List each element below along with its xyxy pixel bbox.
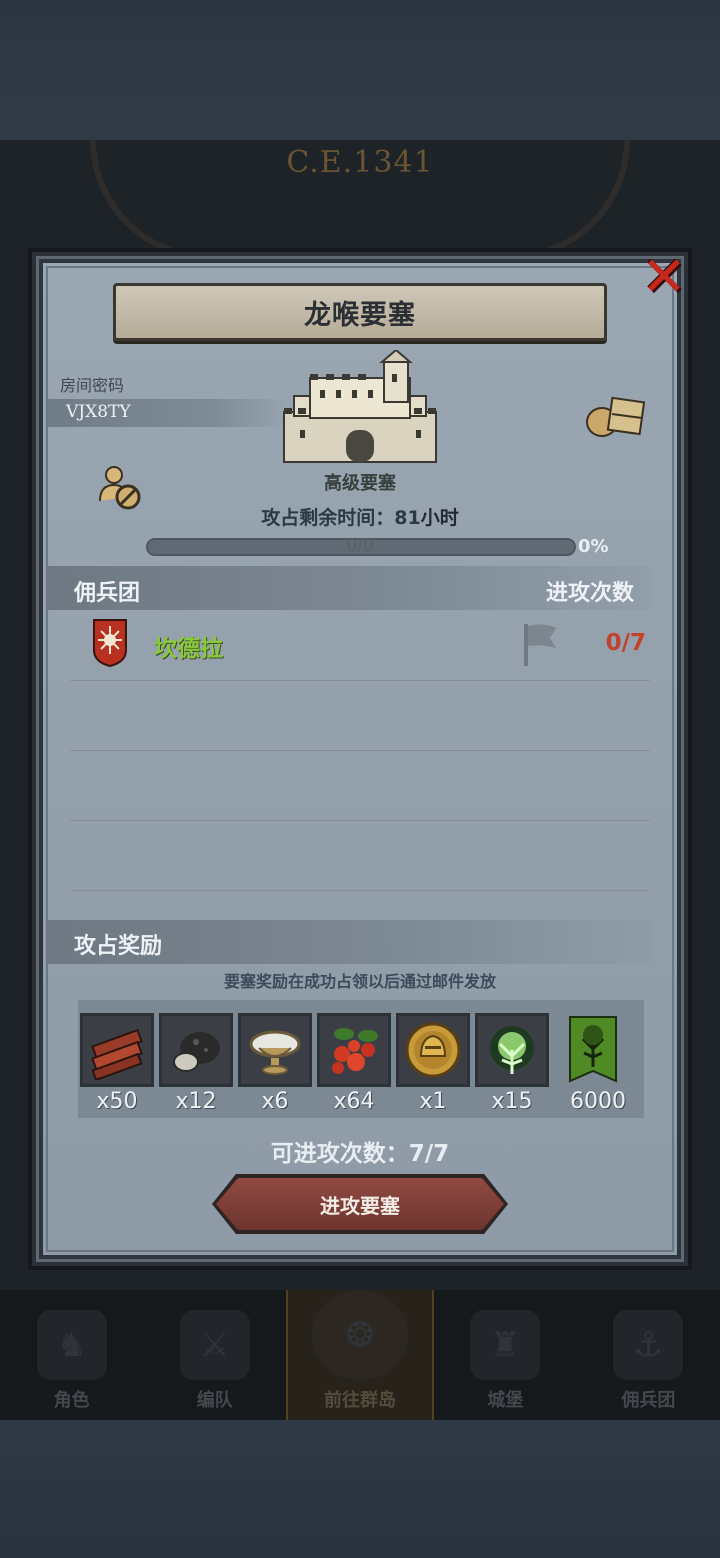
row-divider bbox=[70, 820, 650, 821]
capture-time-unit: 小时 bbox=[420, 507, 459, 529]
mercenary-emblem-icon bbox=[93, 619, 127, 668]
castle-icon: ♜ bbox=[470, 1310, 541, 1380]
mercenary-attack-count: 0/7 bbox=[605, 630, 646, 656]
title-banner: 龙喉要塞 bbox=[113, 283, 607, 341]
row-divider bbox=[70, 680, 650, 681]
progress-percent: 0% bbox=[578, 536, 609, 557]
green-tree-spirit-icon bbox=[490, 1026, 534, 1074]
attacks-available: 可进攻次数：7/7 bbox=[270, 1141, 450, 1167]
mercenary-header: 佣兵团 bbox=[74, 581, 141, 606]
nav-label: 编队 bbox=[196, 1390, 233, 1411]
reward-qty: x6 bbox=[261, 1089, 289, 1114]
reward-qty: x12 bbox=[175, 1089, 217, 1114]
rewards-note: 要塞奖励在成功占领以后通过邮件发放 bbox=[223, 972, 496, 991]
nav-item-castle[interactable]: ♜ 城堡 bbox=[434, 1290, 577, 1420]
reward-qty: x50 bbox=[96, 1089, 138, 1114]
user-ban-icon[interactable] bbox=[96, 463, 144, 511]
reward-qty: x64 bbox=[333, 1089, 375, 1114]
nav-item-formation[interactable]: ⚔ 编队 bbox=[143, 1290, 286, 1420]
supplies-bag-icon[interactable] bbox=[584, 392, 646, 438]
row-divider bbox=[70, 890, 650, 891]
progress-count: 0/0 bbox=[346, 536, 374, 556]
reward-qty: 6000 bbox=[570, 1089, 626, 1114]
nav-item-character[interactable]: ♞ 角色 bbox=[0, 1290, 143, 1420]
attack-button-label: 进攻要塞 bbox=[320, 1193, 400, 1218]
reward-green-tree-banner[interactable] bbox=[556, 1013, 630, 1087]
rewards-header: 攻占奖励 bbox=[74, 934, 163, 959]
fortress-castle-icon bbox=[283, 350, 437, 463]
reward-qty: x1 bbox=[419, 1089, 447, 1114]
knight-helmet-icon: ♞ bbox=[36, 1310, 107, 1380]
fortress-grade: 高级要塞 bbox=[324, 473, 396, 494]
island-map-icon: ❂ bbox=[312, 1290, 408, 1380]
close-icon[interactable]: ✕ bbox=[636, 248, 692, 306]
room-password-label: 房间密码 bbox=[60, 376, 125, 395]
nav-item-mercenary[interactable]: ⚓ 佣兵团 bbox=[577, 1290, 720, 1420]
reward-qty: x15 bbox=[491, 1089, 533, 1114]
era-label: C.E.1341 bbox=[286, 145, 434, 180]
armored-knight-icon: ⚔ bbox=[179, 1310, 250, 1380]
nav-label: 城堡 bbox=[487, 1390, 524, 1411]
wood-planks-icon bbox=[91, 1028, 143, 1080]
mercenary-name: 坎德拉 bbox=[154, 636, 223, 662]
bottom-nav: ♞ 角色 ⚔ 编队 ❂ 前往群岛 ♜ 城堡 ⚓ 佣兵团 bbox=[0, 1290, 720, 1420]
nav-label: 佣兵团 bbox=[621, 1390, 676, 1411]
reward-wood-planks[interactable] bbox=[80, 1013, 154, 1087]
reward-stone-ore[interactable] bbox=[159, 1013, 233, 1087]
nav-label: 角色 bbox=[53, 1390, 90, 1411]
bottom-area bbox=[0, 1420, 720, 1558]
capture-time-value: 81 bbox=[394, 507, 421, 529]
stone-ore-icon bbox=[173, 1032, 220, 1072]
row-divider bbox=[70, 750, 650, 751]
attack-count-header: 进攻次数 bbox=[546, 581, 635, 606]
flag-icon bbox=[524, 624, 556, 666]
capture-time-label: 攻占剩余时间： bbox=[261, 507, 395, 529]
mercenary-ship-icon: ⚓ bbox=[613, 1310, 684, 1380]
reward-silver-bowl[interactable] bbox=[238, 1013, 312, 1087]
status-area bbox=[0, 0, 720, 140]
reward-berries[interactable] bbox=[317, 1013, 391, 1087]
silver-bowl-icon bbox=[249, 1030, 301, 1075]
green-tree-banner-icon bbox=[569, 1016, 617, 1083]
capture-remaining-time: 攻占剩余时间：81小时 bbox=[200, 503, 520, 530]
nav-label: 前往群岛 bbox=[324, 1390, 396, 1411]
attack-fortress-button[interactable]: 进攻要塞 bbox=[216, 1178, 504, 1230]
nav-item-islands[interactable]: ❂ 前往群岛 bbox=[286, 1290, 434, 1420]
golden-helmet-medal-icon bbox=[405, 1022, 461, 1078]
berries-icon bbox=[332, 1028, 378, 1074]
reward-golden-helmet-medal[interactable] bbox=[396, 1013, 470, 1087]
modal-title: 龙喉要塞 bbox=[304, 299, 416, 331]
reward-green-tree-spirit[interactable] bbox=[475, 1013, 549, 1087]
room-code: VJX8TY bbox=[66, 402, 131, 422]
